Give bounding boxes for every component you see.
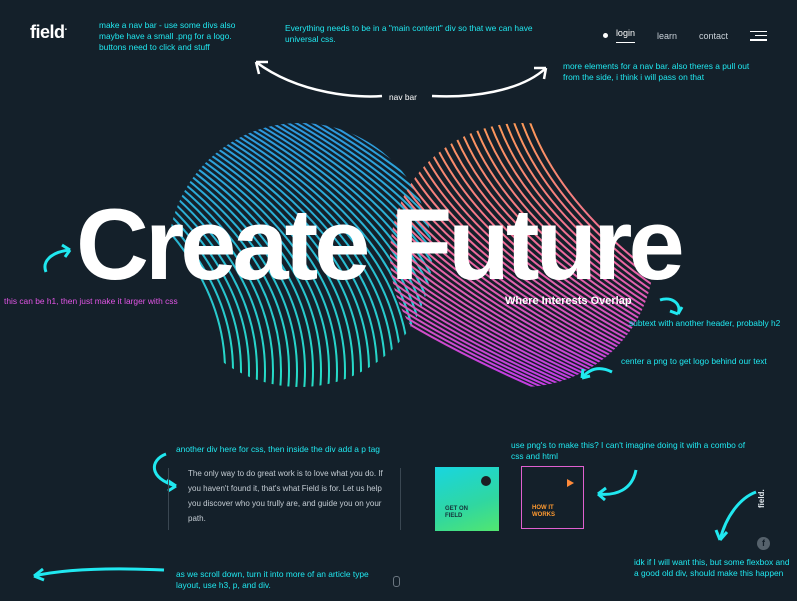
annotation-h1: this can be h1, then just make it larger… — [4, 296, 178, 306]
annotation-scroll: as we scroll down, turn it into more of … — [176, 569, 369, 590]
annotation-navbar-right: more elements for a nav bar. also theres… — [563, 61, 750, 82]
scroll-mouse-icon — [393, 576, 400, 587]
annotation-div: another div here for css, then inside th… — [176, 444, 380, 454]
nav-learn[interactable]: learn — [657, 31, 677, 41]
hamburger-menu-icon[interactable] — [750, 30, 767, 41]
intro-paragraph: The only way to do great work is to love… — [188, 469, 383, 523]
active-indicator-icon — [602, 33, 608, 38]
annotation-png: use png's to make this? I can't imagine … — [511, 440, 746, 461]
annotation-nav-bar: nav bar — [389, 92, 417, 102]
how-it-works-button[interactable]: HOW IT WORKS — [521, 466, 584, 529]
nav-contact[interactable]: contact — [699, 31, 728, 41]
get-on-field-button[interactable]: GET ON FIELD — [435, 467, 499, 531]
annotation-h2: subtext with another header, probably h2 — [629, 318, 781, 328]
nav-login[interactable]: login — [615, 28, 635, 43]
arrow-navbar-right — [431, 67, 547, 98]
divider-left — [168, 468, 169, 530]
divider-right — [400, 468, 401, 530]
annotation-main-content: Everything needs to be in a "main conten… — [285, 23, 533, 44]
annotation-navbar-left: make a nav bar - use some divs also mayb… — [99, 20, 236, 52]
facebook-icon[interactable]: f — [757, 537, 770, 550]
hero-title: Create Future — [76, 189, 685, 301]
hero-subtitle: Where Interests Overlap — [505, 295, 632, 307]
vertical-field-logo: field. — [757, 489, 766, 508]
annotation-flexbox: idk if I will want this, but some flexbo… — [634, 557, 790, 578]
play-icon — [567, 479, 574, 487]
nav-bar: login learn contact — [602, 28, 767, 43]
annotation-logo-png: center a png to get logo behind our text — [621, 356, 767, 366]
dot-icon — [481, 476, 491, 486]
arrow-navbar-left — [255, 60, 383, 98]
field-logo[interactable]: field. — [30, 22, 67, 43]
